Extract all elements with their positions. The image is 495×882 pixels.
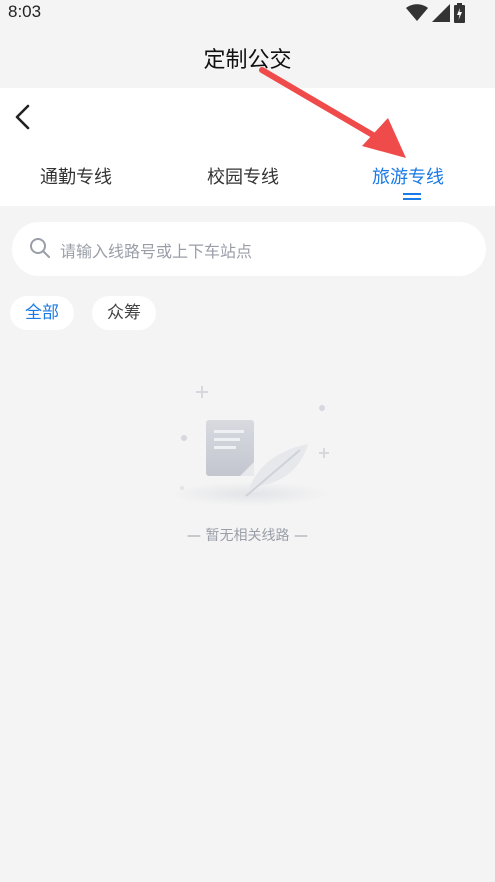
filter-chip-all[interactable]: 全部 — [10, 296, 74, 330]
active-tab-indicator-line — [403, 198, 421, 200]
status-time: 8:03 — [8, 2, 42, 21]
signal-icon — [432, 4, 450, 22]
tab-tourism[interactable]: 旅游专线 — [372, 163, 444, 189]
nav-panel: 通勤专线 校园专线 旅游专线 — [0, 88, 495, 206]
active-tab-indicator — [403, 193, 421, 195]
search-icon — [30, 238, 50, 258]
search-input[interactable]: 请输入线路号或上下车站点 — [12, 222, 486, 276]
battery-icon — [454, 3, 465, 23]
tab-campus[interactable]: 校园专线 — [207, 163, 279, 189]
filter-chip-crowdfunding[interactable]: 众筹 — [92, 296, 156, 330]
empty-state-illustration — [170, 386, 330, 506]
tab-commute[interactable]: 通勤专线 — [40, 163, 112, 189]
search-placeholder: 请输入线路号或上下车站点 — [60, 242, 253, 261]
status-icons — [406, 3, 465, 23]
page-title: 定制公交 — [203, 48, 292, 73]
status-bar: 8:03 — [0, 0, 495, 26]
title-bar: 定制公交 — [0, 26, 495, 88]
back-button[interactable] — [8, 100, 40, 134]
wifi-icon — [406, 4, 428, 21]
chevron-left-icon — [15, 104, 30, 130]
empty-state-message: — 暂无相关线路 — — [187, 528, 308, 544]
